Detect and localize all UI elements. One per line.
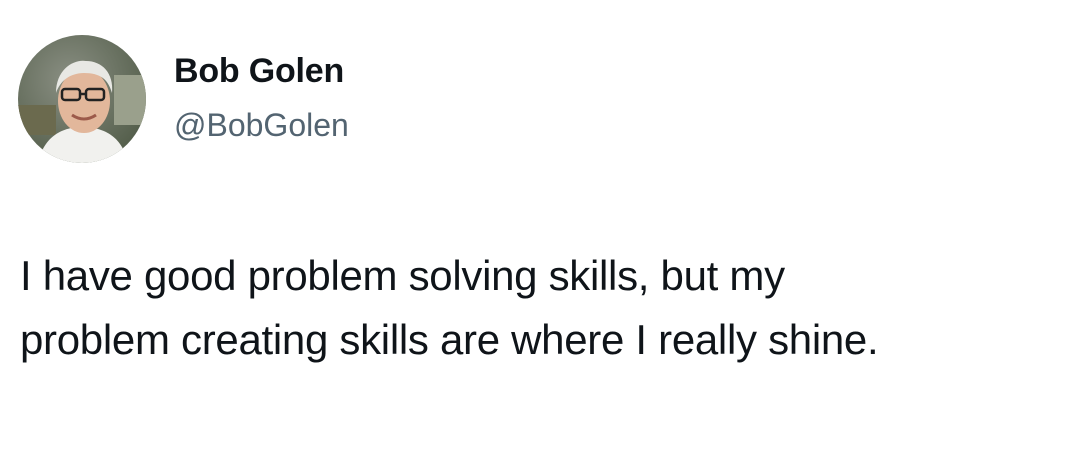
author-handle[interactable]: @BobGolen — [174, 107, 349, 144]
tweet-card: Bob Golen @BobGolen I have good problem … — [0, 0, 1080, 462]
tweet-text-line: problem creating skills are where I real… — [20, 316, 879, 363]
author-name[interactable]: Bob Golen — [174, 52, 344, 91]
tweet-text: I have good problem solving skills, but … — [20, 244, 1060, 372]
tweet-text-line: I have good problem solving skills, but … — [20, 252, 785, 299]
avatar[interactable] — [18, 35, 146, 163]
profile-photo-icon — [18, 35, 146, 163]
